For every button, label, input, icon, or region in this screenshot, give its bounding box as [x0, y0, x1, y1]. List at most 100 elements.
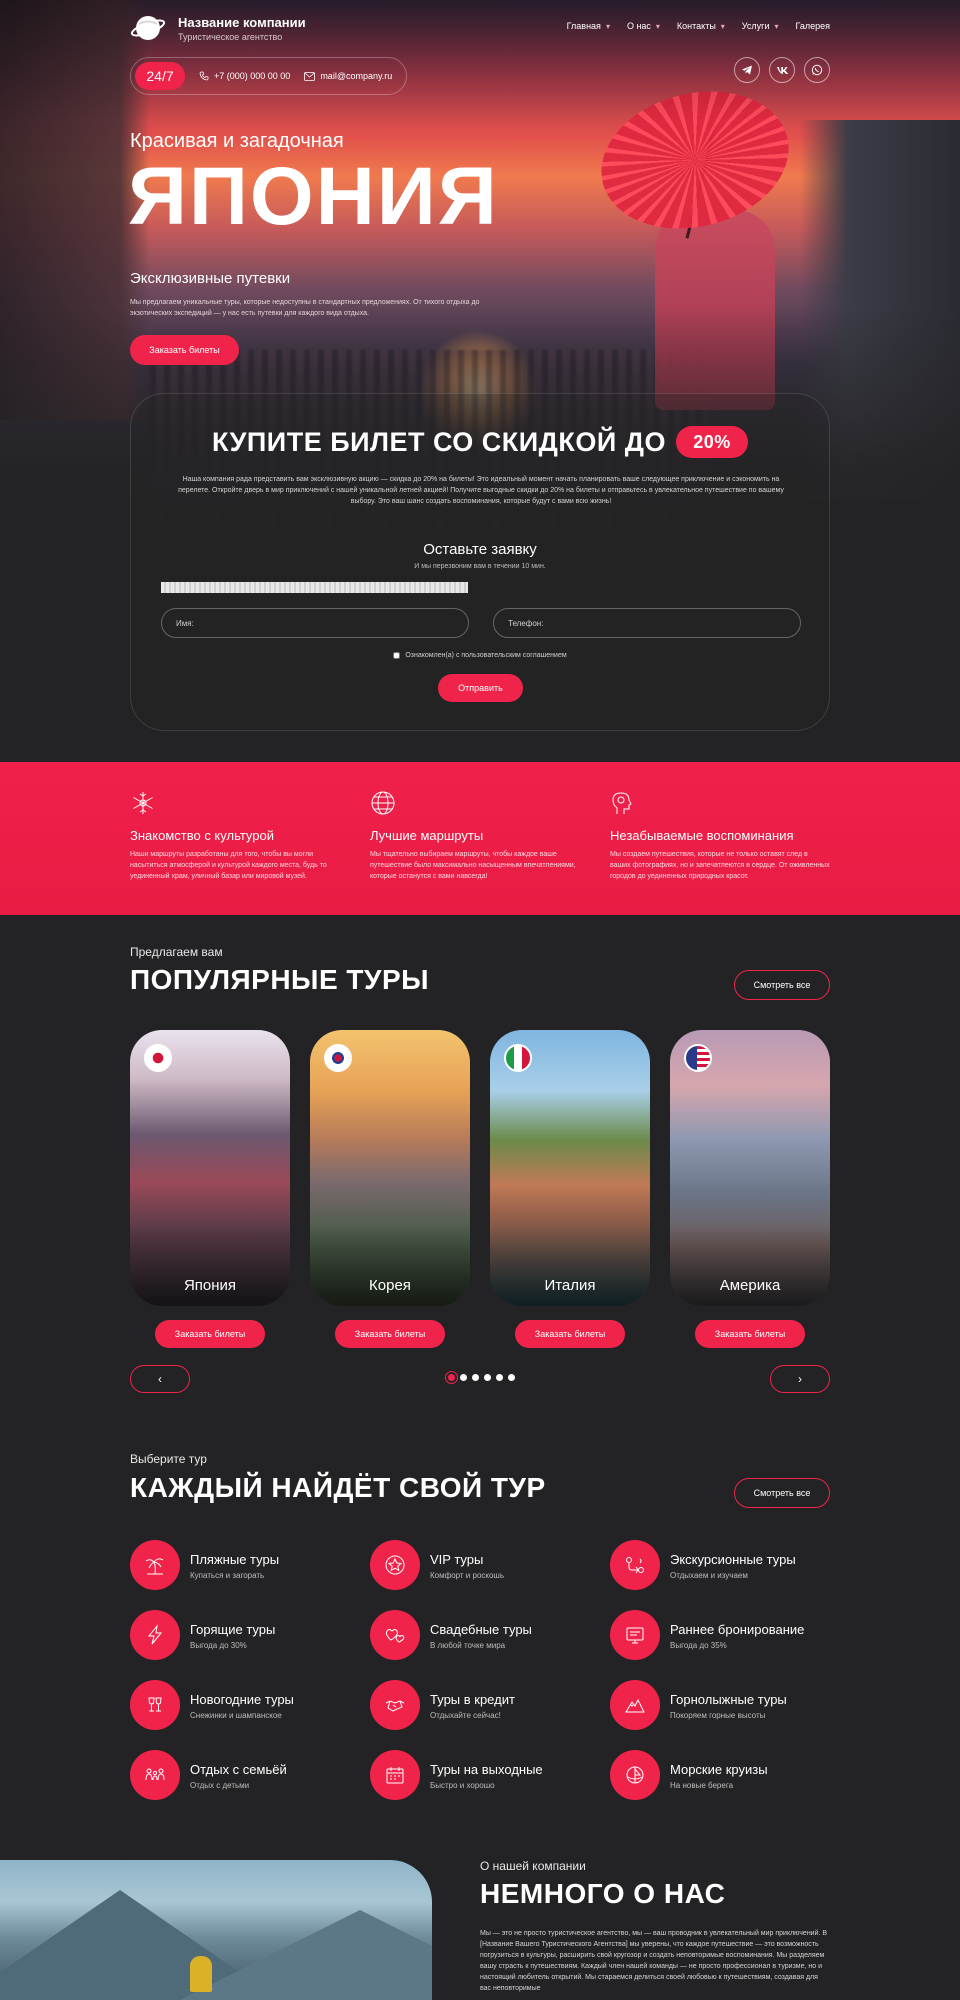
- tour-card-korea[interactable]: Корея: [310, 1030, 470, 1306]
- phone-input[interactable]: [493, 608, 801, 638]
- calendar-screen-icon: [610, 1610, 660, 1660]
- hero-section: Название компании Туристическое агентств…: [0, 0, 960, 762]
- carousel-dot[interactable]: [508, 1374, 515, 1381]
- tour-type-early[interactable]: Раннее бронирование Выгода до 35%: [610, 1610, 850, 1660]
- card-title: Италия: [544, 1277, 596, 1294]
- telegram-button[interactable]: [734, 57, 760, 83]
- tour-type-family[interactable]: Отдых с семьёй Отдых с детьми: [130, 1750, 370, 1800]
- snowflake-icon: [133, 792, 153, 814]
- main-nav: Главная ▾ О нас ▾ Контакты ▾ Услуги ▾ Галере…: [553, 21, 830, 31]
- feature-title: Знакомство с культурой: [130, 828, 274, 843]
- tour-type-newyear[interactable]: Новогодние туры Снежинки и шампанское: [130, 1680, 370, 1730]
- tour-type-sub: Выгода до 30%: [190, 1641, 247, 1650]
- carousel-dot[interactable]: [472, 1374, 479, 1381]
- vk-button[interactable]: [769, 57, 795, 83]
- tour-type-name: Экскурсионные туры: [670, 1552, 796, 1567]
- nav-label-services: Услуги: [741, 21, 770, 31]
- promo-description: Наша компания рада представить вам экскл…: [178, 476, 784, 505]
- tour-type-name: Пляжные туры: [190, 1552, 280, 1567]
- tour-card-italy[interactable]: Италия: [490, 1030, 650, 1306]
- mountain-shape: [180, 1910, 432, 2000]
- submit-button[interactable]: Отправить: [438, 674, 523, 702]
- card-shade: [670, 1226, 830, 1306]
- social-links: [734, 57, 830, 83]
- card-shade: [310, 1226, 470, 1306]
- whatsapp-button[interactable]: [804, 57, 830, 83]
- tour-type-name: Горящие туры: [190, 1622, 276, 1637]
- tour-type-beach[interactable]: Пляжные туры Купаться и загорать: [130, 1540, 370, 1590]
- tour-type-ski[interactable]: Горнолыжные туры Покоряем горные высоты: [610, 1680, 850, 1730]
- handshake-icon: [370, 1680, 420, 1730]
- chevron-down-icon: ▾: [774, 21, 779, 31]
- tour-type-name: Новогодние туры: [190, 1692, 294, 1707]
- order-tickets-button[interactable]: Заказать билеты: [130, 335, 239, 365]
- agreement-checkbox[interactable]: [393, 652, 401, 659]
- page: Название компании Туристическое агентств…: [0, 0, 960, 2000]
- about-photo: [0, 1860, 432, 2000]
- carousel-dot[interactable]: [496, 1374, 503, 1381]
- nav-item-home[interactable]: Главная ▾: [567, 21, 613, 31]
- nav-label-contacts: Контакты: [676, 21, 716, 31]
- tour-type-weekend[interactable]: Туры на выходные Быстро и хорошо: [370, 1750, 610, 1800]
- carousel-next-button[interactable]: ›: [770, 1365, 830, 1393]
- tour-type-credit[interactable]: Туры в кредит Отдыхайте сейчас!: [370, 1680, 610, 1730]
- route-icon: [610, 1540, 660, 1590]
- tour-type-name: Отдых с семьёй: [190, 1762, 287, 1777]
- carousel-prev-button[interactable]: ‹: [130, 1365, 190, 1393]
- tour-type-cruise[interactable]: Морские круизы На новые берега: [610, 1750, 850, 1800]
- about-title: НЕМНОГО О НАС: [480, 1878, 726, 1909]
- promo-card: КУПИТЕ БИЛЕТ СО СКИДКОЙ ДО 20% Наша комп…: [130, 393, 830, 731]
- whatsapp-icon: [811, 64, 823, 76]
- feature-memories: Незабываемые воспоминания Мы создаем пут…: [610, 790, 850, 882]
- tour-type-sub: Снежинки и шампанское: [190, 1711, 282, 1720]
- tour-type-sub: Комфорт и роскошь: [430, 1571, 505, 1580]
- tour-type-name: VIP туры: [430, 1552, 484, 1567]
- agreement-checkbox-row[interactable]: Ознакомлен(а) с пользовательским соглаше…: [131, 652, 829, 659]
- hero-title: ЯПОНИЯ: [128, 151, 499, 242]
- phone-link[interactable]: +7 (000) 000 00 00: [199, 71, 290, 81]
- nav-item-about[interactable]: О нас ▾: [627, 21, 663, 31]
- tours-kicker: Выберите тур: [130, 1452, 207, 1466]
- palm-icon: [130, 1540, 180, 1590]
- carousel-dot[interactable]: [460, 1374, 467, 1381]
- order-usa-button[interactable]: Заказать билеты: [695, 1320, 805, 1348]
- tour-type-sub: Отдыхайте сейчас!: [430, 1711, 501, 1720]
- vk-icon: [776, 66, 788, 74]
- see-all-popular-button[interactable]: Смотреть все: [734, 970, 830, 1000]
- nav-item-gallery[interactable]: Галерея: [795, 21, 830, 31]
- feature-text: Наши маршруты разработаны для того, чтоб…: [130, 851, 327, 880]
- carousel-dot[interactable]: [484, 1374, 491, 1381]
- nav-item-services[interactable]: Услуги ▾: [742, 21, 782, 31]
- order-japan-button[interactable]: Заказать билеты: [155, 1320, 265, 1348]
- tour-type-sub: Отдых с детьми: [190, 1781, 250, 1790]
- name-input[interactable]: [161, 608, 469, 638]
- order-italy-button[interactable]: Заказать билеты: [515, 1320, 625, 1348]
- card-shade: [490, 1226, 650, 1306]
- order-korea-button[interactable]: Заказать билеты: [335, 1320, 445, 1348]
- carousel-dot[interactable]: [448, 1374, 455, 1381]
- tour-type-vip[interactable]: VIP туры Комфорт и роскошь: [370, 1540, 610, 1590]
- tour-type-excursion[interactable]: Экскурсионные туры Отдыхаем и изучаем: [610, 1540, 850, 1590]
- tour-type-name: Горнолыжные туры: [670, 1692, 787, 1707]
- tour-type-hot[interactable]: Горящие туры Выгода до 30%: [130, 1610, 370, 1660]
- tour-type-name: Раннее бронирование: [670, 1622, 805, 1637]
- tour-card-japan[interactable]: Япония: [130, 1030, 290, 1306]
- japan-flag-icon: [144, 1044, 172, 1072]
- nav-item-contacts[interactable]: Контакты ▾: [677, 21, 728, 31]
- company-name[interactable]: Название компании: [178, 15, 306, 30]
- site-header: Название компании Туристическое агентств…: [130, 10, 830, 100]
- planet-logo-icon[interactable]: [130, 10, 166, 46]
- card-shade: [130, 1226, 290, 1306]
- form-placeholder-bar: [161, 582, 468, 593]
- ship-icon: [610, 1750, 660, 1800]
- chevron-down-icon: ▾: [605, 21, 610, 31]
- tours-title: КАЖДЫЙ НАЙДЁТ СВОЙ ТУР: [130, 1472, 546, 1503]
- tour-type-wedding[interactable]: Свадебные туры В любой точке мира: [370, 1610, 610, 1660]
- features-strip: Знакомство с культурой Наши маршруты раз…: [0, 762, 960, 915]
- tour-card-usa[interactable]: Америка: [670, 1030, 830, 1306]
- mail-icon: [304, 71, 316, 81]
- italy-flag-icon: [504, 1044, 532, 1072]
- form-subtitle: И мы перезвоним вам в течении 10 мин.: [414, 563, 546, 570]
- email-link[interactable]: mail@company.ru: [304, 71, 392, 81]
- see-all-tours-button[interactable]: Смотреть все: [734, 1478, 830, 1508]
